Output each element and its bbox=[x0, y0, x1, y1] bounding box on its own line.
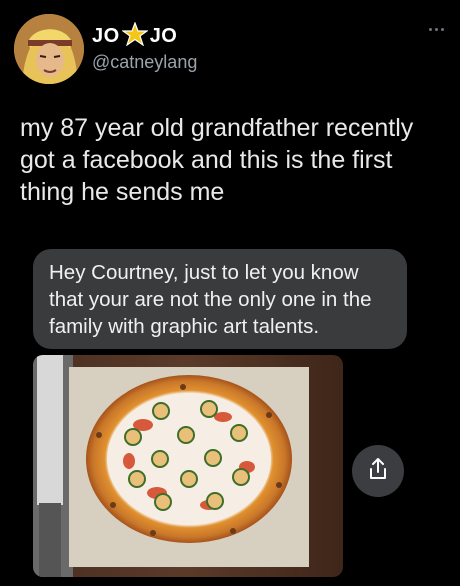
display-name-left: JO bbox=[92, 25, 120, 47]
user-handle[interactable]: @catneylang bbox=[92, 52, 197, 73]
share-icon bbox=[367, 457, 389, 486]
pizza-photo[interactable] bbox=[33, 355, 343, 577]
message-text: Hey Courtney, just to let you know that … bbox=[49, 261, 372, 338]
more-options-icon[interactable] bbox=[429, 28, 444, 31]
avatar[interactable] bbox=[14, 14, 84, 84]
display-name[interactable]: JO JO bbox=[92, 21, 178, 51]
tweet-text: my 87 year old grandfather recently got … bbox=[20, 114, 414, 206]
star-icon bbox=[120, 21, 149, 51]
message-bubble: Hey Courtney, just to let you know that … bbox=[33, 249, 407, 349]
avatar-image bbox=[14, 14, 84, 84]
display-name-right: JO bbox=[149, 25, 178, 47]
pizza-image bbox=[33, 355, 343, 577]
share-button[interactable] bbox=[352, 445, 404, 497]
